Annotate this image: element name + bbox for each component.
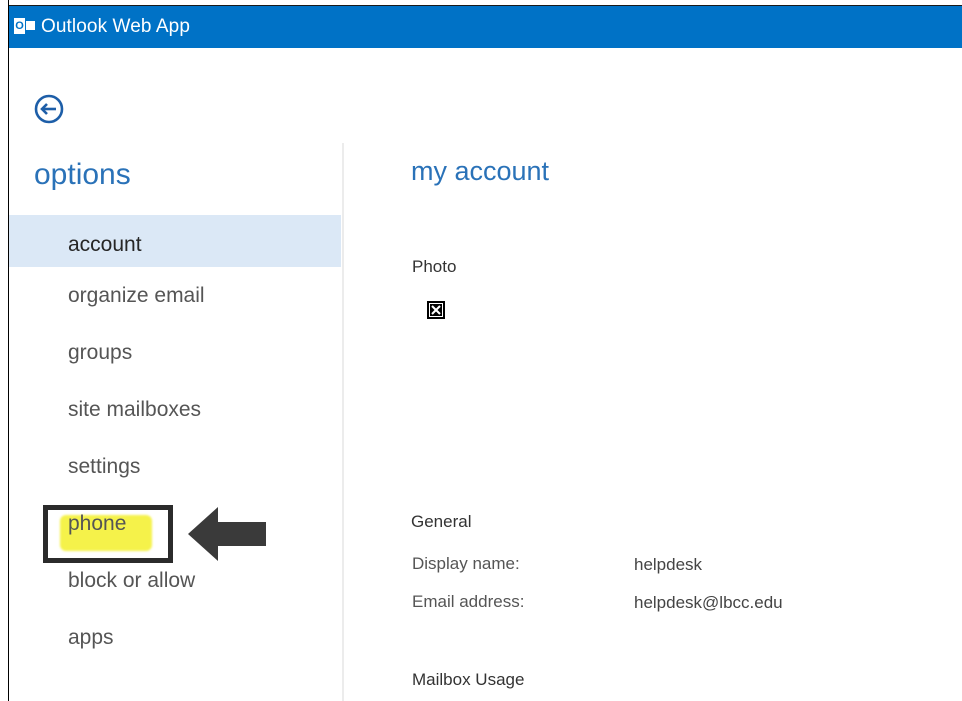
photo-label: Photo	[412, 257, 457, 276]
nav-item-account[interactable]: account	[9, 215, 341, 267]
general-heading: General	[411, 512, 472, 531]
outlook-logo-icon: O	[14, 18, 35, 36]
mailbox-usage-heading: Mailbox Usage	[412, 670, 525, 689]
nav-item-groups[interactable]: groups	[9, 324, 341, 381]
pane-divider	[342, 143, 344, 701]
nav-item-organize-email[interactable]: organize email	[9, 267, 341, 324]
nav-item-site-mailboxes[interactable]: site mailboxes	[9, 381, 341, 438]
broken-image-icon[interactable]	[427, 301, 445, 319]
options-nav: account organize email groups site mailb…	[9, 215, 341, 666]
email-address-value: helpdesk@lbcc.edu	[634, 593, 783, 612]
app-header: O Outlook Web App	[9, 5, 962, 48]
annotation-box	[43, 505, 173, 563]
nav-item-apps[interactable]: apps	[9, 609, 341, 666]
options-heading: options	[34, 158, 131, 191]
app-title: Outlook Web App	[41, 16, 191, 37]
display-name-label: Display name:	[412, 554, 520, 573]
display-name-value: helpdesk	[634, 555, 703, 574]
back-arrow-circle-icon[interactable]	[33, 93, 65, 125]
nav-item-settings[interactable]: settings	[9, 438, 341, 495]
left-arrow-icon	[186, 505, 268, 563]
page-title: my account	[411, 156, 550, 186]
email-address-label: Email address:	[412, 592, 525, 611]
